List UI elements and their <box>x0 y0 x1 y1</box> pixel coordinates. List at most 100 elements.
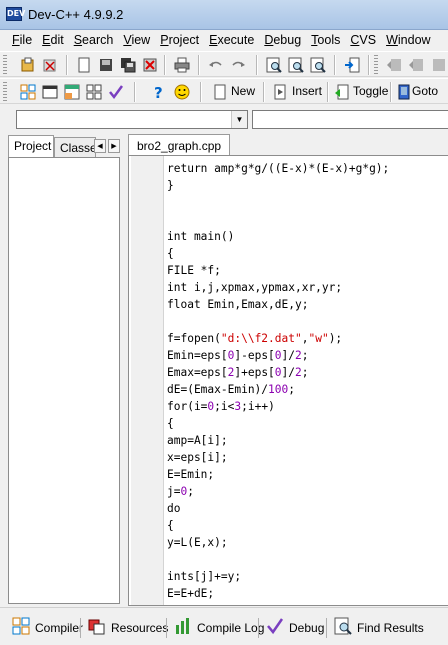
tab-compiler-label: Compiler <box>35 620 84 635</box>
menu-file[interactable]: File <box>8 33 38 47</box>
toolbar-grip[interactable] <box>3 55 7 75</box>
code-line[interactable] <box>167 194 389 211</box>
code-line[interactable]: int i,j,xpmax,ypmax,xr,yr; <box>167 279 389 296</box>
layout-grid-icon[interactable] <box>18 82 38 102</box>
code-line[interactable]: x=eps[i]; <box>167 449 389 466</box>
tab-scroll-left-icon[interactable]: ◀ <box>94 139 106 153</box>
goto-bookmark-icon[interactable] <box>394 82 414 102</box>
code-line[interactable]: Emin=eps[0]-eps[0]/2; <box>167 347 389 364</box>
menu-project[interactable]: Project <box>156 33 205 47</box>
save-all-icon[interactable] <box>118 55 138 75</box>
code-line[interactable] <box>167 211 389 228</box>
menu-execute[interactable]: Execute <box>205 33 260 47</box>
code-line[interactable]: FILE *f; <box>167 262 389 279</box>
tab-bro2-graph[interactable]: bro2_graph.cpp <box>128 134 231 156</box>
close-project-icon[interactable] <box>40 55 60 75</box>
code-area[interactable]: return amp*g*g/((E-x)*(E-x)+g*g);} int ma… <box>167 160 389 602</box>
compile-log-icon <box>174 617 192 638</box>
open-file-icon[interactable] <box>96 55 116 75</box>
menu-window[interactable]: Window <box>382 33 436 47</box>
new-button[interactable]: New <box>231 84 255 98</box>
tile-icon[interactable] <box>84 82 104 102</box>
code-editor[interactable]: return amp*g*g/((E-x)*(E-x)+g*g);} int ma… <box>128 155 448 606</box>
about-smiley-icon[interactable] <box>172 82 192 102</box>
code-line[interactable]: { <box>167 415 389 432</box>
toggle-bookmark-icon[interactable] <box>332 82 352 102</box>
window-icon[interactable] <box>40 82 60 102</box>
goto-button[interactable]: Goto <box>412 84 438 98</box>
title-bar: DEV Dev-C++ 4.9.9.2 <box>0 0 448 30</box>
replace-icon[interactable] <box>286 55 306 75</box>
editor-gutter[interactable] <box>131 156 164 605</box>
menu-view[interactable]: View <box>119 33 156 47</box>
insert-icon[interactable] <box>270 82 290 102</box>
panels-icon[interactable] <box>62 82 82 102</box>
print-icon[interactable] <box>172 55 192 75</box>
tab-scroll-right-icon[interactable]: ▶ <box>108 139 120 153</box>
tab-find-results[interactable]: Find Results <box>330 614 424 641</box>
toolbar-grip[interactable] <box>3 82 7 102</box>
debug-icon <box>266 617 284 638</box>
menu-cvs[interactable]: CVS <box>346 33 382 47</box>
code-line[interactable]: amp=A[i]; <box>167 432 389 449</box>
code-line[interactable]: { <box>167 517 389 534</box>
main-toolbar <box>0 51 448 77</box>
find-icon[interactable] <box>264 55 284 75</box>
code-line[interactable]: E=E+dE; <box>167 585 389 602</box>
goto-line-icon[interactable] <box>342 55 362 75</box>
editor-tabs: bro2_graph.cpp <box>124 132 448 156</box>
tab-classes[interactable]: Classe <box>54 137 96 157</box>
member-select[interactable] <box>252 110 448 129</box>
code-line[interactable]: f=fopen("d:\\f2.dat","w"); <box>167 330 389 347</box>
tab-resources[interactable]: Resources <box>84 614 168 641</box>
code-line[interactable]: for(i=0;i<3;i++) <box>167 398 389 415</box>
compile-icon[interactable] <box>428 55 448 75</box>
tab-compile-log-label: Compile Log <box>197 620 265 635</box>
class-combo-row: ▼ <box>0 106 448 132</box>
code-line[interactable]: dE=(Emax-Emin)/100; <box>167 381 389 398</box>
menu-tools[interactable]: Tools <box>307 33 346 47</box>
insert-button[interactable]: Insert <box>292 84 322 98</box>
help-icon[interactable]: ? <box>148 82 168 102</box>
menu-debug[interactable]: Debug <box>260 33 307 47</box>
project-icon[interactable] <box>18 55 38 75</box>
tab-compiler[interactable]: Compiler <box>8 614 83 641</box>
code-line[interactable]: E=Emin; <box>167 466 389 483</box>
code-line[interactable] <box>167 313 389 330</box>
code-line[interactable]: int main() <box>167 228 389 245</box>
new-file-icon[interactable] <box>74 55 94 75</box>
window-title: Dev-C++ 4.9.9.2 <box>28 7 124 22</box>
svg-text:?: ? <box>154 84 163 100</box>
menu-edit[interactable]: Edit <box>38 33 70 47</box>
code-line[interactable]: do <box>167 500 389 517</box>
code-line[interactable]: return amp*g*g/((E-x)*(E-x)+g*g); <box>167 160 389 177</box>
toggle-button[interactable]: Toggle <box>353 84 388 98</box>
tab-debug[interactable]: Debug <box>262 614 324 641</box>
indent-icon[interactable] <box>406 55 426 75</box>
compiler-icon <box>12 617 30 638</box>
code-line[interactable]: Emax=eps[2]+eps[0]/2; <box>167 364 389 381</box>
code-line[interactable]: float Emin,Emax,dE,y; <box>167 296 389 313</box>
resources-icon <box>88 617 106 638</box>
new-icon[interactable] <box>210 82 230 102</box>
code-line[interactable]: } <box>167 177 389 194</box>
menu-search[interactable]: Search <box>70 33 120 47</box>
close-file-icon[interactable] <box>140 55 160 75</box>
code-line[interactable]: y=L(E,x); <box>167 534 389 551</box>
code-line[interactable] <box>167 551 389 568</box>
undo-icon[interactable] <box>206 55 226 75</box>
redo-icon[interactable] <box>228 55 248 75</box>
project-tree[interactable] <box>8 157 120 604</box>
unindent-icon[interactable] <box>384 55 404 75</box>
tab-compile-log[interactable]: Compile Log <box>170 614 264 641</box>
code-line[interactable]: ints[j]+=y; <box>167 568 389 585</box>
code-line[interactable]: j=0; <box>167 483 389 500</box>
bottom-tabs: Compiler Resources Compile Log Debug Fin… <box>0 607 448 645</box>
class-select[interactable]: ▼ <box>16 110 248 129</box>
find-next-icon[interactable] <box>308 55 328 75</box>
toolbar-grip[interactable] <box>374 55 378 75</box>
check-syntax-icon[interactable] <box>106 82 126 102</box>
chevron-down-icon[interactable]: ▼ <box>231 111 247 128</box>
code-line[interactable]: { <box>167 245 389 262</box>
tab-project[interactable]: Project <box>8 135 54 157</box>
